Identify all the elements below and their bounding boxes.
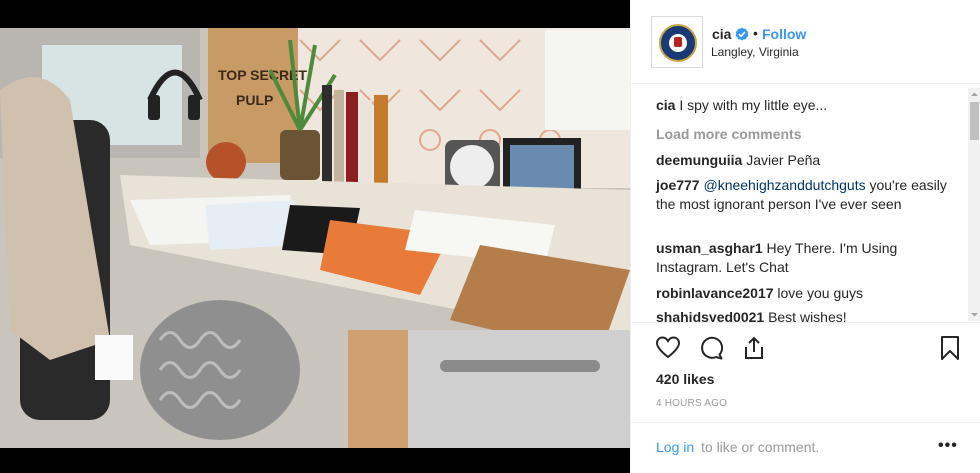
comment-item: shahidsyed0021 Best wishes!: [656, 308, 956, 322]
location-link[interactable]: Langley, Virginia: [711, 45, 799, 59]
post-timestamp[interactable]: 4 HOURS AGO: [656, 398, 727, 409]
comment-username[interactable]: robinlavance2017: [656, 285, 774, 301]
caption: cia I spy with my little eye...: [656, 96, 956, 115]
comment-username[interactable]: deemunguiia: [656, 152, 742, 168]
comment-text: Best wishes!: [768, 309, 847, 322]
comment-item: usman_asghar1 Hey There. I'm Using Insta…: [656, 239, 956, 277]
avatar[interactable]: [651, 16, 703, 68]
comment-mention-link[interactable]: @kneehighzanddutchguts: [703, 177, 865, 193]
login-prompt-text: to like or comment.: [701, 439, 820, 455]
follow-button[interactable]: Follow: [762, 26, 806, 42]
comments-scrollbar[interactable]: [968, 88, 980, 321]
share-icon[interactable]: [741, 335, 767, 361]
heart-icon[interactable]: [655, 335, 681, 361]
cia-seal-icon: [659, 24, 697, 62]
login-bar: Log in to like or comment. •••: [631, 422, 980, 473]
comment-username[interactable]: joe777: [656, 177, 700, 193]
header-username[interactable]: cia: [712, 26, 731, 42]
load-more-comments-button[interactable]: Load more comments: [656, 126, 801, 142]
comment-item: joe777 @kneehighzanddutchguts you're eas…: [656, 176, 956, 214]
comment-text: love you guys: [777, 285, 864, 301]
desk-scene-image: TOP SECRET PULP: [0, 28, 630, 448]
post-actions: 420 likes 4 HOURS AGO: [631, 322, 980, 432]
comment-item: robinlavance2017 love you guys: [656, 284, 956, 303]
comments-list[interactable]: cia I spy with my little eye... Load mor…: [631, 86, 967, 322]
more-options-icon[interactable]: •••: [938, 437, 958, 455]
post-sidebar: cia • Follow Langley, Virginia cia I spy…: [630, 0, 980, 473]
login-link[interactable]: Log in: [656, 439, 694, 455]
scroll-up-arrow-icon[interactable]: [968, 88, 980, 101]
comment-username[interactable]: shahidsyed0021: [656, 309, 764, 322]
caption-text: I spy with my little eye...: [679, 97, 828, 113]
comment-item: deemunguiia Javier Peña: [656, 151, 956, 170]
comment-username[interactable]: usman_asghar1: [656, 240, 763, 256]
post-photo[interactable]: TOP SECRET PULP: [0, 0, 630, 473]
scroll-down-arrow-icon[interactable]: [968, 308, 980, 321]
separator-dot: •: [753, 25, 758, 41]
verified-badge-icon: [735, 27, 749, 41]
bag-text-line2: PULP: [236, 92, 273, 108]
scrollbar-thumb[interactable]: [970, 102, 979, 140]
bookmark-icon[interactable]: [937, 335, 963, 361]
caption-username[interactable]: cia: [656, 97, 675, 113]
comment-text: Javier Peña: [746, 152, 821, 168]
likes-count[interactable]: 420 likes: [656, 371, 714, 387]
comment-icon[interactable]: [698, 335, 724, 361]
post-header: cia • Follow Langley, Virginia: [631, 0, 980, 84]
